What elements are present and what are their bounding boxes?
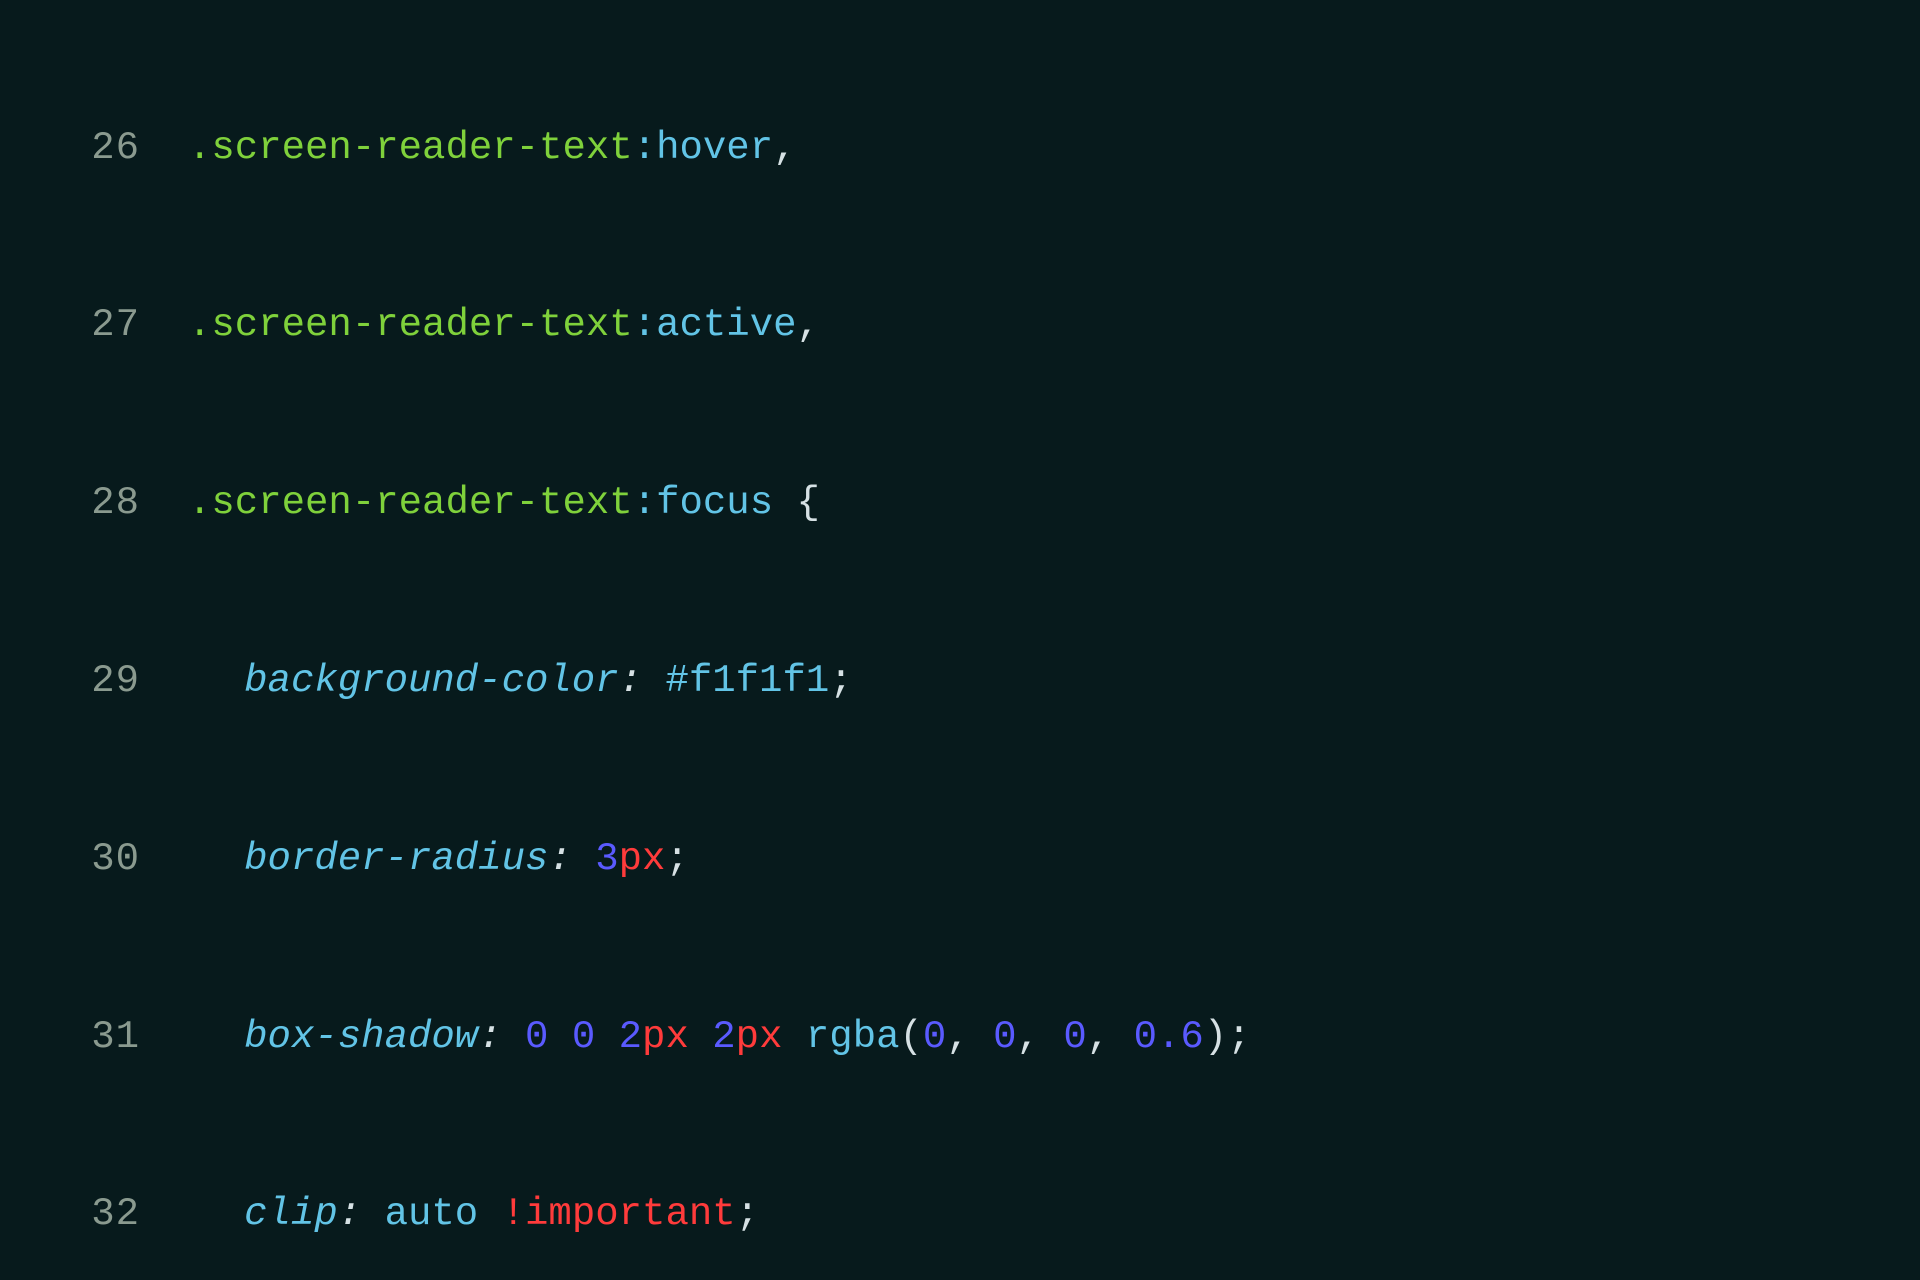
- line-number: 26: [0, 119, 188, 178]
- colon: :: [619, 659, 666, 703]
- css-number: 0.6: [1134, 1015, 1204, 1059]
- colon: :: [548, 837, 595, 881]
- selector: .screen-reader-text: [188, 126, 633, 170]
- css-property: border-radius: [244, 837, 548, 881]
- code-line[interactable]: 28 .screen-reader-text:focus {: [0, 474, 1920, 533]
- selector: .screen-reader-text: [188, 481, 633, 525]
- important: !important: [502, 1192, 736, 1236]
- semicolon: ;: [829, 659, 852, 703]
- css-number: 2: [619, 1015, 642, 1059]
- css-number: 0: [572, 1015, 595, 1059]
- code-line[interactable]: 30 border-radius: 3px;: [0, 830, 1920, 889]
- css-number: 0: [923, 1015, 946, 1059]
- line-number: 31: [0, 1008, 188, 1067]
- pseudo-class: :focus: [633, 481, 773, 525]
- paren-open: (: [900, 1015, 923, 1059]
- code-line[interactable]: 31 box-shadow: 0 0 2px 2px rgba(0, 0, 0,…: [0, 1008, 1920, 1067]
- semicolon: ;: [1227, 1015, 1250, 1059]
- css-unit: px: [642, 1015, 689, 1059]
- space: [478, 1192, 501, 1236]
- line-number: 30: [0, 830, 188, 889]
- pseudo-class: :active: [633, 303, 797, 347]
- open-brace: {: [773, 481, 820, 525]
- css-unit: px: [619, 837, 666, 881]
- paren-close: ): [1204, 1015, 1227, 1059]
- css-unit: px: [736, 1015, 783, 1059]
- code-line[interactable]: 32 clip: auto !important;: [0, 1185, 1920, 1244]
- space: [782, 1015, 805, 1059]
- comma: ,: [946, 1015, 993, 1059]
- line-number: 27: [0, 296, 188, 355]
- line-number: 32: [0, 1185, 188, 1244]
- css-number: 0: [993, 1015, 1016, 1059]
- selector: .screen-reader-text: [188, 303, 633, 347]
- code-line[interactable]: 29 background-color: #f1f1f1;: [0, 652, 1920, 711]
- line-number: 29: [0, 652, 188, 711]
- comma: ,: [1017, 1015, 1064, 1059]
- semicolon: ;: [665, 837, 688, 881]
- css-number: 2: [712, 1015, 735, 1059]
- colon: :: [338, 1192, 385, 1236]
- comma: ,: [773, 126, 796, 170]
- css-value: #f1f1f1: [665, 659, 829, 703]
- css-property: clip: [244, 1192, 338, 1236]
- code-line[interactable]: 27 .screen-reader-text:active,: [0, 296, 1920, 355]
- space: [595, 1015, 618, 1059]
- semicolon: ;: [736, 1192, 759, 1236]
- css-value: auto: [385, 1192, 479, 1236]
- colon: :: [478, 1015, 525, 1059]
- comma: ,: [797, 303, 820, 347]
- css-property: background-color: [244, 659, 618, 703]
- line-number: 28: [0, 474, 188, 533]
- pseudo-class: :hover: [633, 126, 773, 170]
- comma: ,: [1087, 1015, 1134, 1059]
- css-number: 0: [525, 1015, 548, 1059]
- code-line[interactable]: 26 .screen-reader-text:hover,: [0, 119, 1920, 178]
- space: [689, 1015, 712, 1059]
- css-property: box-shadow: [244, 1015, 478, 1059]
- code-editor[interactable]: 26 .screen-reader-text:hover, 27 .screen…: [0, 0, 1920, 1280]
- space: [548, 1015, 571, 1059]
- css-number: 3: [595, 837, 618, 881]
- css-number: 0: [1063, 1015, 1086, 1059]
- css-function: rgba: [806, 1015, 900, 1059]
